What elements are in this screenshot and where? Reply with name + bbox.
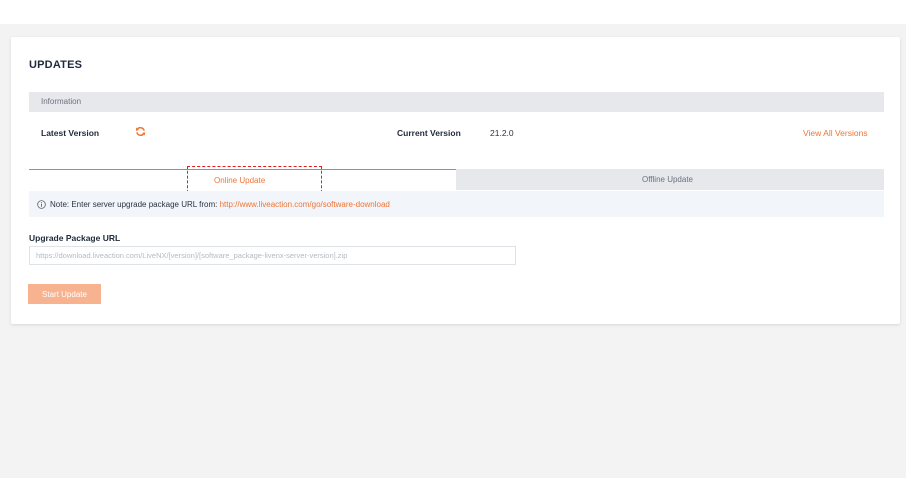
update-tabs: Online Update Offline Update bbox=[29, 169, 884, 190]
current-version-value: 21.2.0 bbox=[490, 128, 514, 138]
updates-card: UPDATES Information Latest Version Curre… bbox=[11, 37, 900, 324]
view-all-versions-link[interactable]: View All Versions bbox=[803, 128, 868, 138]
upgrade-package-url-input[interactable] bbox=[29, 246, 516, 265]
page-title: UPDATES bbox=[29, 59, 83, 71]
information-section-label: Information bbox=[41, 97, 82, 106]
upgrade-package-url-label: Upgrade Package URL bbox=[29, 233, 121, 243]
current-version-label: Current Version bbox=[397, 128, 461, 138]
information-section-header: Information bbox=[29, 92, 884, 112]
start-update-button[interactable]: Start Update bbox=[28, 284, 101, 304]
software-download-link[interactable]: http://www.liveaction.com/go/software-do… bbox=[220, 200, 390, 209]
note-message: Note: Enter server upgrade package URL f… bbox=[50, 200, 218, 209]
latest-version-label: Latest Version bbox=[41, 128, 100, 138]
refresh-icon[interactable] bbox=[135, 126, 146, 137]
note-bar: Note: Enter server upgrade package URL f… bbox=[29, 191, 884, 217]
highlight-annotation-box bbox=[187, 166, 322, 193]
tab-offline-update-label: Offline Update bbox=[642, 175, 693, 184]
note-text: Note: Enter server upgrade package URL f… bbox=[50, 200, 390, 209]
info-circle-icon bbox=[37, 200, 46, 209]
tab-offline-update[interactable]: Offline Update bbox=[456, 169, 884, 190]
top-bar bbox=[0, 0, 906, 24]
